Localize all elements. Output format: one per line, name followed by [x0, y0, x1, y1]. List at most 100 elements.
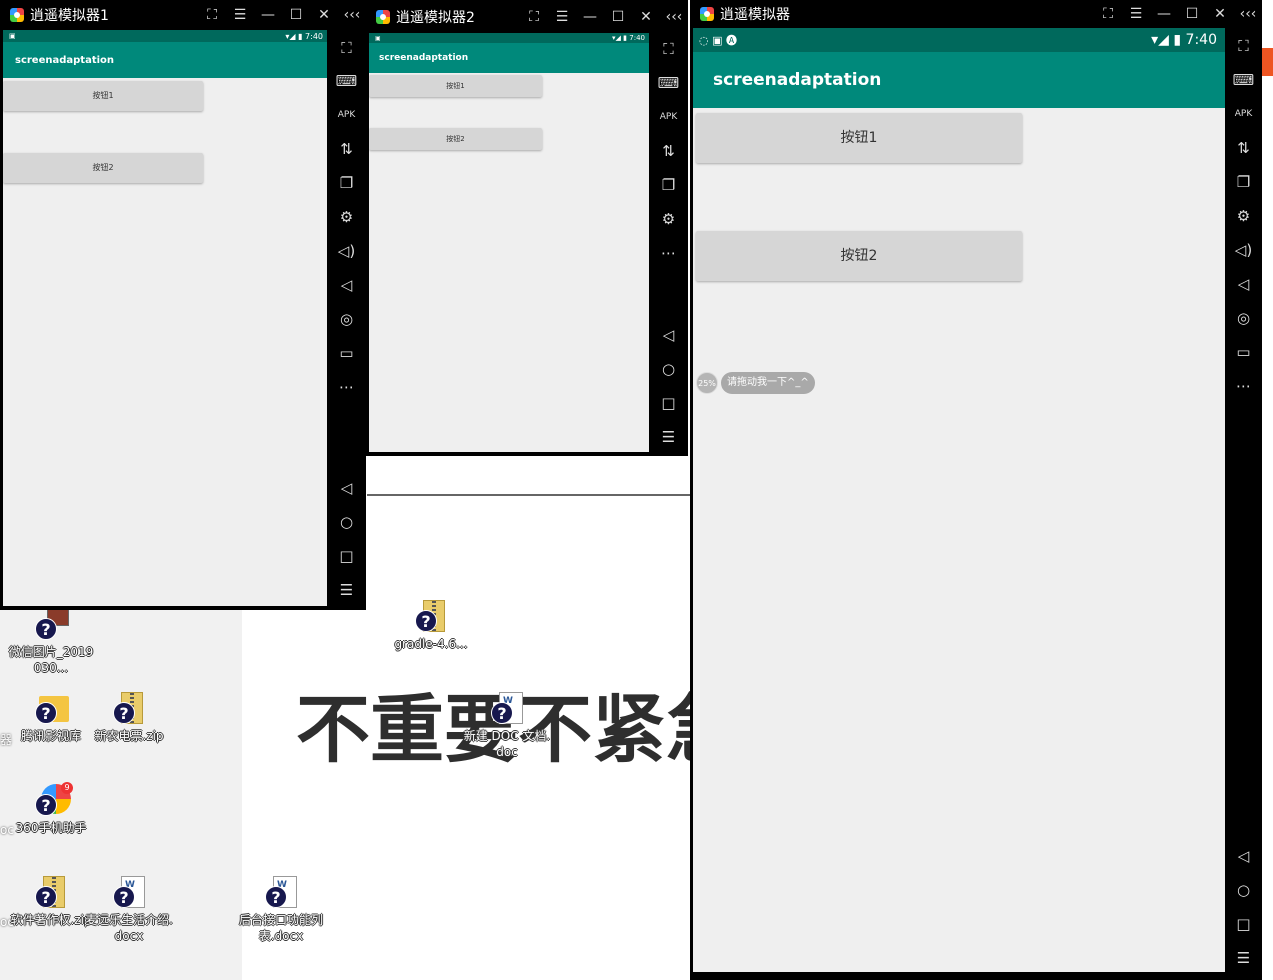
button-1[interactable]: 按钮1	[3, 81, 203, 111]
background-app-fragment	[1262, 48, 1273, 76]
rotate-icon[interactable]: ⇅	[649, 141, 688, 161]
button-1[interactable]: 按钮1	[369, 75, 542, 97]
title-bar: 逍遥模拟器1 ⛶ ☰ — ☐ ✕ ‹‹‹	[0, 0, 366, 30]
desktop-icon-360[interactable]: 9? 360手机助手	[6, 782, 96, 836]
menu-list-icon[interactable]: ☰	[649, 427, 688, 447]
close-icon[interactable]: ✕	[1206, 6, 1234, 22]
fullscreen-toggle-icon[interactable]: ⛶	[198, 7, 226, 23]
desktop-icon-tencent-video[interactable]: ? 腾讯影视库	[6, 692, 96, 744]
minimize-icon[interactable]: —	[1150, 6, 1178, 22]
status-bar: ◌ ▣ 🅐 ▾◢ ▮ 7:40	[693, 28, 1225, 52]
home-icon[interactable]: ○	[1225, 880, 1262, 900]
maximize-icon[interactable]: ☐	[604, 9, 632, 25]
button-2[interactable]: 按钮2	[696, 231, 1022, 281]
rotate-icon[interactable]: ⇅	[1225, 138, 1262, 158]
folder-icon[interactable]: ▭	[1225, 342, 1262, 362]
android-screen: ▣ ▾◢ ▮ 7:40 screenadaptation 按钮1 按钮2	[369, 33, 649, 452]
collapse-icon[interactable]: ‹‹‹	[338, 7, 366, 23]
close-icon[interactable]: ✕	[310, 7, 338, 23]
maximize-icon[interactable]: ☐	[1178, 6, 1206, 22]
fullscreen-icon[interactable]: ⛶	[649, 39, 688, 59]
more-icon[interactable]: ⋯	[649, 243, 688, 263]
maximize-icon[interactable]: ☐	[282, 7, 310, 23]
desktop-icon-xinnong-zip[interactable]: ? 新农电票.zip	[84, 692, 174, 744]
volume-down-icon[interactable]: ◁	[1225, 274, 1262, 294]
signal-icon: ▾◢ ▮	[612, 34, 628, 42]
app-title: screenadaptation	[15, 54, 115, 66]
desktop-icon-api-list-docx[interactable]: ? 后台接口功能列表.docx	[236, 876, 326, 944]
keyboard-icon[interactable]: ⌨	[327, 71, 366, 91]
app-logo-icon	[700, 7, 714, 21]
folder-icon: ?	[33, 692, 69, 728]
back-icon[interactable]: ◁	[649, 325, 688, 345]
apk-install-icon[interactable]: APK	[327, 105, 366, 125]
more-icon[interactable]: ⋯	[327, 377, 366, 397]
action-bar: screenadaptation	[369, 43, 649, 73]
rotate-icon[interactable]: ⇅	[327, 139, 366, 159]
minimize-icon[interactable]: —	[576, 9, 604, 25]
minimize-icon[interactable]: —	[254, 7, 282, 23]
multi-window-icon[interactable]: ❐	[649, 175, 688, 195]
desktop-icon-copyright-zip[interactable]: ? 软件著作权.zip	[6, 876, 96, 928]
360-icon: 9?	[33, 782, 73, 820]
desktop-icon-new-doc[interactable]: ? 新建 DOC 文档.doc	[462, 692, 552, 760]
multi-window-icon[interactable]: ❐	[327, 173, 366, 193]
fullscreen-toggle-icon[interactable]: ⛶	[1094, 6, 1122, 22]
fullscreen-icon[interactable]: ⛶	[327, 38, 366, 58]
home-icon[interactable]: ○	[649, 359, 688, 379]
menu-icon[interactable]: ☰	[226, 7, 254, 23]
apk-install-icon[interactable]: APK	[649, 107, 688, 127]
keyboard-icon[interactable]: ⌨	[649, 73, 688, 93]
menu-icon[interactable]: ☰	[548, 9, 576, 25]
app-logo-icon	[376, 9, 390, 24]
desktop-icon-label: gradle-4.6...	[394, 637, 468, 651]
title-bar: 逍遥模拟器2 ⛶ ☰ — ☐ ✕ ‹‹‹	[366, 0, 688, 33]
close-icon[interactable]: ✕	[632, 9, 660, 25]
button-2[interactable]: 按钮2	[3, 153, 203, 183]
desktop-divider	[367, 494, 693, 496]
button-1[interactable]: 按钮1	[696, 113, 1022, 163]
home-icon[interactable]: ○	[327, 512, 366, 532]
clock: 7:40	[305, 31, 323, 41]
volume-up-icon[interactable]: ◁)	[1225, 240, 1262, 260]
button-2[interactable]: 按钮2	[369, 128, 542, 150]
location-icon[interactable]: ◎	[327, 309, 366, 329]
floating-drag-widget[interactable]: 25% 请拖动我一下^_^	[696, 372, 815, 394]
zip-icon: ?	[413, 600, 449, 636]
signal-icon: ▾◢ ▮	[1151, 32, 1182, 48]
status-bar: ▣ ▾◢ ▮ 7:40	[369, 33, 649, 43]
multi-window-icon[interactable]: ❐	[1225, 172, 1262, 192]
back-icon[interactable]: ◁	[1225, 846, 1262, 866]
apk-install-icon[interactable]: APK	[1225, 104, 1262, 124]
title-bar: 逍遥模拟器 ⛶ ☰ — ☐ ✕ ‹‹‹	[690, 0, 1262, 28]
recents-icon[interactable]: □	[649, 393, 688, 413]
desktop-icon-gradle[interactable]: ? gradle-4.6...	[386, 600, 476, 652]
recents-icon[interactable]: □	[327, 546, 366, 566]
zip-icon: ?	[111, 692, 147, 728]
emulator-sidebar: ⛶ ⌨ APK ⇅ ❐ ⚙ ◁) ◁ ◎ ▭ ⋯ ◁ ○ □ ☰	[1225, 28, 1262, 980]
collapse-icon[interactable]: ‹‹‹	[1234, 6, 1262, 22]
location-icon[interactable]: ◎	[1225, 308, 1262, 328]
collapse-icon[interactable]: ‹‹‹	[660, 9, 688, 25]
drag-hint-message: 请拖动我一下^_^	[721, 372, 815, 394]
desktop-icon-maiyuan-docx[interactable]: ? 麦远乐生活介绍.docx	[84, 876, 174, 944]
settings-icon[interactable]: ⚙	[1225, 206, 1262, 226]
menu-list-icon[interactable]: ☰	[1225, 948, 1262, 968]
action-bar: screenadaptation	[3, 42, 327, 78]
volume-up-icon[interactable]: ◁)	[327, 241, 366, 261]
volume-down-icon[interactable]: ◁	[327, 275, 366, 295]
folder-icon[interactable]: ▭	[327, 343, 366, 363]
recents-icon[interactable]: □	[1225, 914, 1262, 934]
settings-icon[interactable]: ⚙	[327, 207, 366, 227]
progress-percent: 25%	[696, 372, 718, 394]
status-bar: ▣ ▾◢ ▮ 7:40	[3, 30, 327, 42]
fullscreen-icon[interactable]: ⛶	[1225, 36, 1262, 56]
menu-icon[interactable]: ☰	[1122, 6, 1150, 22]
settings-icon[interactable]: ⚙	[649, 209, 688, 229]
desktop-icon-wechat-photo[interactable]: ? 微信图片_2019030...	[6, 608, 96, 676]
more-icon[interactable]: ⋯	[1225, 376, 1262, 396]
menu-list-icon[interactable]: ☰	[327, 580, 366, 600]
back-icon[interactable]: ◁	[327, 478, 366, 498]
fullscreen-toggle-icon[interactable]: ⛶	[520, 9, 548, 25]
keyboard-icon[interactable]: ⌨	[1225, 70, 1262, 90]
